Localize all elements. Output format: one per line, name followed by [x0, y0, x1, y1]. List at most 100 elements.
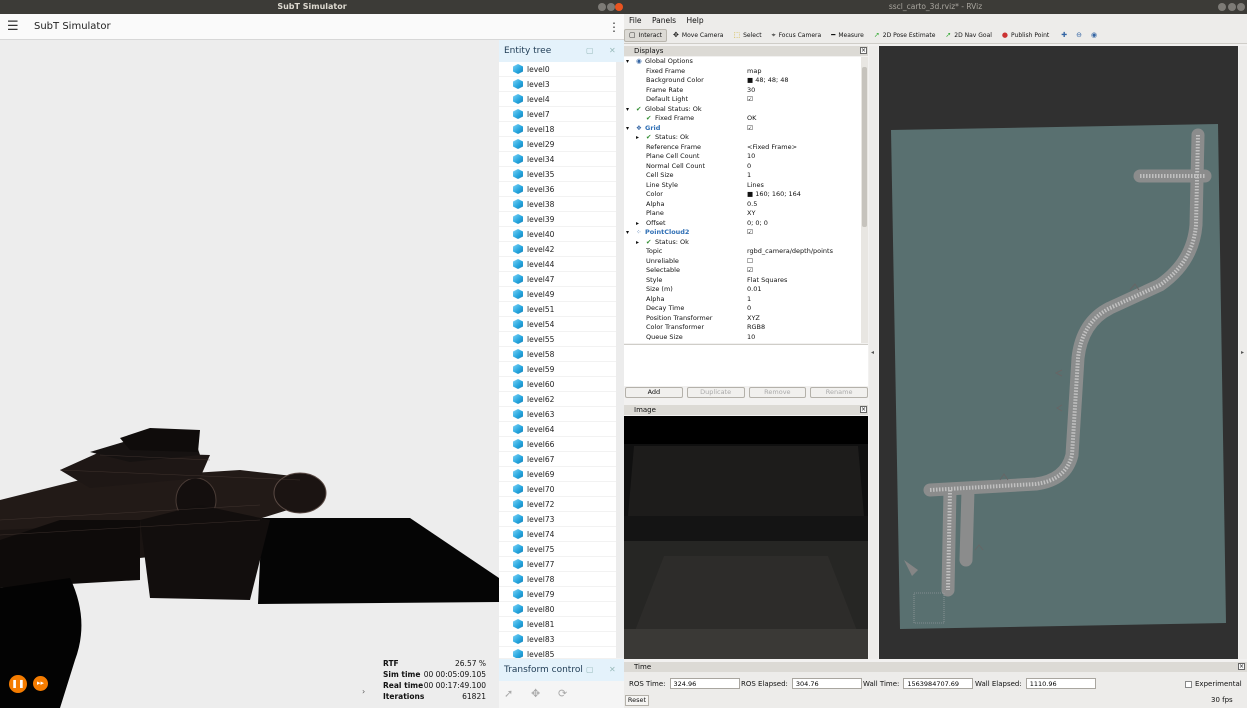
entity-tree-item[interactable]: level81 — [499, 617, 616, 632]
entity-tree-item[interactable]: level85 — [499, 647, 616, 658]
displays-scrollbar[interactable] — [861, 57, 868, 343]
add-display-button[interactable]: Add — [625, 387, 683, 398]
entity-tree-item[interactable]: level34 — [499, 152, 616, 167]
step-forward-button[interactable]: ▸▸ — [33, 676, 48, 691]
wall-time-field[interactable] — [903, 678, 974, 689]
rename-display-button[interactable]: Rename — [810, 387, 868, 398]
collapse-right-handle[interactable]: ▸ — [1239, 46, 1247, 659]
entity-tree-item[interactable]: level77 — [499, 557, 616, 572]
entity-tree-item[interactable]: level49 — [499, 287, 616, 302]
property-value[interactable]: ■ 160; 160; 164 — [747, 190, 801, 200]
close-icon[interactable] — [1237, 3, 1245, 11]
tool-measure-button[interactable]: ━ Measure — [827, 29, 868, 42]
expand-down-icon[interactable]: ▾ — [626, 105, 629, 115]
pause-button[interactable]: ❚❚ — [9, 675, 27, 693]
wall-elapsed-field[interactable] — [1025, 678, 1096, 689]
property-value[interactable]: 0 — [747, 162, 751, 172]
display-property-row[interactable]: Frame Rate 30 — [624, 86, 861, 96]
display-property-row[interactable]: ▾ ✔ Global Status: Ok — [624, 105, 861, 115]
display-property-row[interactable]: Background Color ■ 48; 48; 48 — [624, 76, 861, 86]
display-property-row[interactable]: ✔ Fixed Frame OK — [624, 114, 861, 124]
display-property-row[interactable]: ▾ ◉ Global Options — [624, 57, 861, 67]
view-options-icon[interactable]: ◉ — [1091, 31, 1097, 39]
chevron-right-icon[interactable]: › — [362, 687, 365, 696]
entity-tree-item[interactable]: level36 — [499, 182, 616, 197]
ros-elapsed-field[interactable] — [791, 678, 862, 689]
property-value[interactable]: Lines — [747, 181, 764, 191]
expand-down-icon[interactable]: ▾ — [626, 57, 629, 67]
rviz-3d-view[interactable] — [879, 46, 1238, 659]
select-mode-icon[interactable]: ➚ — [504, 687, 513, 700]
experimental-toggle[interactable]: Experimental — [1185, 680, 1242, 688]
display-property-row[interactable]: Queue Size 10 — [624, 333, 861, 343]
property-value[interactable]: RGB8 — [747, 323, 765, 333]
property-value[interactable]: XY — [747, 209, 755, 219]
menu-help[interactable]: Help — [686, 16, 703, 25]
entity-tree-item[interactable]: level59 — [499, 362, 616, 377]
entity-tree-item[interactable]: level72 — [499, 497, 616, 512]
rotate-mode-icon[interactable]: ⟳ — [558, 687, 567, 700]
display-property-row[interactable]: Fixed Frame map — [624, 67, 861, 77]
entity-tree-item[interactable]: level70 — [499, 482, 616, 497]
entity-tree-item[interactable]: level7 — [499, 107, 616, 122]
display-property-row[interactable]: ▾ ⁘ PointCloud2 ☑ — [624, 228, 861, 238]
property-value[interactable]: 0; 0; 0 — [747, 219, 768, 229]
expand-right-icon[interactable]: ▸ — [636, 133, 639, 143]
entity-tree-item[interactable]: level40 — [499, 227, 616, 242]
property-value[interactable]: map — [747, 67, 761, 77]
tool-select-button[interactable]: ⬚ Select — [729, 29, 765, 42]
collapse-right-icon[interactable]: ▸ — [1241, 349, 1244, 356]
maximize-icon[interactable] — [607, 3, 615, 11]
entity-tree-item[interactable]: level39 — [499, 212, 616, 227]
tool-2d-nav-goal-button[interactable]: ➚ 2D Nav Goal — [941, 29, 996, 42]
display-property-row[interactable]: Size (m) 0.01 — [624, 285, 861, 295]
expand-down-icon[interactable]: ▾ — [626, 228, 629, 238]
property-value[interactable]: ☑ — [747, 95, 753, 105]
display-property-row[interactable]: Color Transformer RGB8 — [624, 323, 861, 333]
display-property-row[interactable]: Color ■ 160; 160; 164 — [624, 190, 861, 200]
entity-tree-item[interactable]: level44 — [499, 257, 616, 272]
entity-tree-item[interactable]: level58 — [499, 347, 616, 362]
entity-tree-item[interactable]: level75 — [499, 542, 616, 557]
minimize-icon[interactable] — [1218, 3, 1226, 11]
tool-publish-point-button[interactable]: ● Publish Point — [998, 29, 1053, 42]
undock-icon[interactable]: ▢ — [586, 40, 594, 62]
close-icon[interactable] — [615, 3, 623, 11]
duplicate-display-button[interactable]: Duplicate — [686, 387, 745, 398]
close-panel-icon[interactable]: ✕ — [609, 40, 616, 62]
entity-tree-item[interactable]: level74 — [499, 527, 616, 542]
entity-tree-item[interactable]: level78 — [499, 572, 616, 587]
display-property-row[interactable]: Topic rgbd_camera/depth/points — [624, 247, 861, 257]
entity-tree-item[interactable]: level4 — [499, 92, 616, 107]
display-property-row[interactable]: ▸ ✔ Status: Ok — [624, 238, 861, 248]
close-panel-icon[interactable]: ✕ — [609, 659, 616, 681]
entity-tree-item[interactable]: level38 — [499, 197, 616, 212]
entity-tree-item[interactable]: level3 — [499, 77, 616, 92]
display-property-row[interactable]: Default Light ☑ — [624, 95, 861, 105]
experimental-checkbox[interactable] — [1185, 680, 1192, 688]
entity-tree-item[interactable]: level60 — [499, 377, 616, 392]
entity-tree-item[interactable]: level47 — [499, 272, 616, 287]
property-value[interactable]: ■ 48; 48; 48 — [747, 76, 789, 86]
display-property-row[interactable]: Style Flat Squares — [624, 276, 861, 286]
entity-tree-item[interactable]: level35 — [499, 167, 616, 182]
entity-tree-item[interactable]: level64 — [499, 422, 616, 437]
entity-tree-item[interactable]: level69 — [499, 467, 616, 482]
menu-panels[interactable]: Panels — [652, 16, 676, 25]
display-property-row[interactable]: Line Style Lines — [624, 181, 861, 191]
sim-3d-scene[interactable] — [0, 40, 499, 708]
entity-tree-item[interactable]: level80 — [499, 602, 616, 617]
minus-camera-icon[interactable]: ⊖ — [1076, 31, 1082, 39]
property-value[interactable]: XYZ — [747, 314, 760, 324]
property-value[interactable]: OK — [747, 114, 756, 124]
property-value[interactable]: 0.5 — [747, 200, 757, 210]
menu-file[interactable]: File — [629, 16, 642, 25]
entity-tree-item[interactable]: level83 — [499, 632, 616, 647]
property-value[interactable]: 10 — [747, 333, 755, 343]
collapse-left-handle[interactable]: ◂ — [869, 46, 878, 659]
entity-tree-item[interactable]: level66 — [499, 437, 616, 452]
entity-tree-item[interactable]: level67 — [499, 452, 616, 467]
undock-icon[interactable]: ▢ — [586, 659, 594, 681]
entity-tree-item[interactable]: level73 — [499, 512, 616, 527]
close-panel-icon[interactable]: × — [860, 47, 867, 54]
